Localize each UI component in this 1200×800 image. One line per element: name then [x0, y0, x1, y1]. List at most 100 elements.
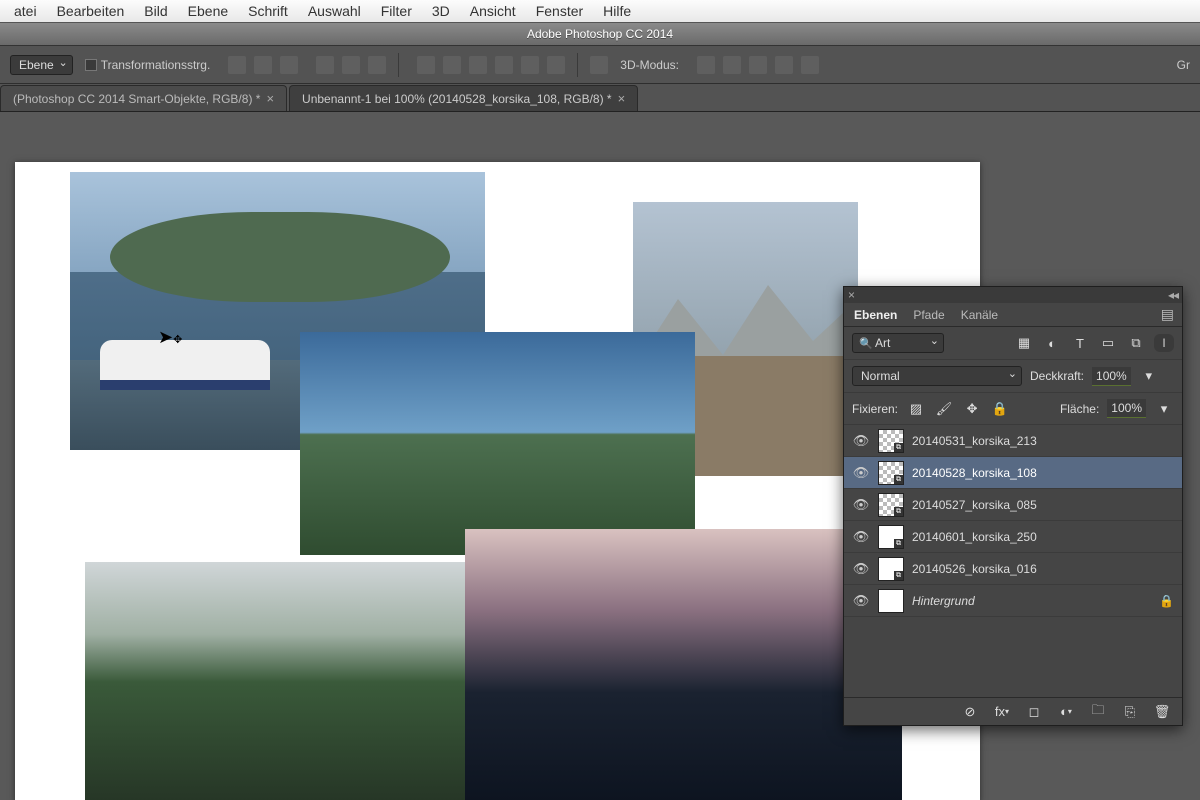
3d-roll-icon[interactable] — [723, 56, 741, 74]
close-icon[interactable]: × — [266, 91, 274, 106]
fill-input[interactable]: 100% — [1107, 399, 1146, 418]
layer-thumbnail[interactable]: ⧉ — [878, 493, 904, 517]
visibility-toggle[interactable]: 👁 — [852, 497, 870, 513]
menu-item[interactable]: Auswahl — [298, 3, 371, 19]
collapse-icon[interactable]: ◂◂ — [1168, 288, 1178, 302]
align-top-icon[interactable] — [228, 56, 246, 74]
align-left-icon[interactable] — [316, 56, 334, 74]
placed-image-dusk[interactable] — [465, 529, 902, 800]
dropdown-icon[interactable]: ▾ — [1139, 367, 1159, 385]
layer-row[interactable]: 👁 ⧉ 20140527_korsika_085 — [844, 489, 1182, 521]
document-tab-active[interactable]: Unbenannt-1 bei 100% (20140528_korsika_1… — [289, 85, 638, 111]
placed-image-coast[interactable] — [300, 332, 695, 555]
document-tab[interactable]: (Photoshop CC 2014 Smart-Objekte, RGB/8)… — [0, 85, 287, 111]
layer-name[interactable]: 20140531_korsika_213 — [912, 434, 1037, 448]
menu-item[interactable]: Fenster — [526, 3, 593, 19]
layer-thumbnail[interactable]: ⧉ — [878, 525, 904, 549]
3d-orbit-icon[interactable] — [697, 56, 715, 74]
filter-smart-icon[interactable]: ⧉ — [1126, 334, 1146, 352]
menu-item[interactable]: Bild — [134, 3, 177, 19]
distribute-left-icon[interactable] — [495, 56, 513, 74]
layer-row[interactable]: 👁 ⧉ 20140526_korsika_016 — [844, 553, 1182, 585]
filter-toggle[interactable]: ⏽ — [1154, 334, 1174, 352]
show-transform-checkbox[interactable]: Transformationsstrg. — [85, 58, 211, 72]
layer-fx-icon[interactable]: fx▾ — [992, 703, 1012, 721]
lock-transparent-icon[interactable]: ▨ — [906, 400, 926, 418]
layer-filter-kind[interactable]: 🔍Art — [852, 333, 944, 353]
visibility-toggle[interactable]: 👁 — [852, 465, 870, 481]
lock-all-icon[interactable]: 🔒 — [990, 400, 1010, 418]
placed-image-valley[interactable] — [85, 562, 465, 800]
close-icon[interactable]: × — [848, 288, 855, 302]
visibility-toggle[interactable]: 👁 — [852, 593, 870, 609]
layer-row[interactable]: 👁 ⧉ 20140601_korsika_250 — [844, 521, 1182, 553]
app-title-bar: Adobe Photoshop CC 2014 — [0, 22, 1200, 46]
align-right-icon[interactable] — [368, 56, 386, 74]
lock-label: Fixieren: — [852, 402, 898, 416]
filter-adjust-icon[interactable]: ◐ — [1042, 334, 1062, 352]
distribute-hcenter-icon[interactable] — [521, 56, 539, 74]
distribute-right-icon[interactable] — [547, 56, 565, 74]
fill-label: Fläche: — [1060, 402, 1099, 416]
layer-name[interactable]: 20140527_korsika_085 — [912, 498, 1037, 512]
menu-item[interactable]: Filter — [371, 3, 422, 19]
layer-thumbnail[interactable]: ⧉ — [878, 461, 904, 485]
move-mode-select[interactable]: Ebene — [10, 55, 73, 75]
add-mask-icon[interactable]: ◻ — [1024, 703, 1044, 721]
tab-label: Unbenannt-1 bei 100% (20140528_korsika_1… — [302, 92, 612, 106]
align-vcenter-icon[interactable] — [254, 56, 272, 74]
3d-slide-icon[interactable] — [775, 56, 793, 74]
menu-item[interactable]: atei — [4, 3, 47, 19]
new-layer-icon[interactable]: ⎘ — [1120, 703, 1140, 721]
delete-layer-icon[interactable]: 🗑 — [1152, 703, 1172, 721]
layer-name[interactable]: 20140528_korsika_108 — [912, 466, 1037, 480]
menu-item[interactable]: Bearbeiten — [47, 3, 135, 19]
layer-name[interactable]: 20140526_korsika_016 — [912, 562, 1037, 576]
align-hcenter-icon[interactable] — [342, 56, 360, 74]
canvas[interactable] — [15, 162, 980, 800]
filter-shape-icon[interactable]: ▭ — [1098, 334, 1118, 352]
panel-header[interactable]: × ◂◂ — [844, 287, 1182, 303]
align-bottom-icon[interactable] — [280, 56, 298, 74]
layer-thumbnail[interactable]: ⧉ — [878, 557, 904, 581]
link-layers-icon[interactable]: ⊘ — [960, 703, 980, 721]
3d-zoom-icon[interactable] — [801, 56, 819, 74]
menu-item[interactable]: Ebene — [178, 3, 238, 19]
layer-name[interactable]: Hintergrund — [912, 594, 975, 608]
menu-item[interactable]: Ansicht — [460, 3, 526, 19]
distribute-top-icon[interactable] — [417, 56, 435, 74]
3d-pan-icon[interactable] — [749, 56, 767, 74]
lock-pixels-icon[interactable]: 🖌 — [934, 400, 954, 418]
adjustment-layer-icon[interactable]: ◐▾ — [1056, 703, 1076, 721]
distribute-vcenter-icon[interactable] — [443, 56, 461, 74]
close-icon[interactable]: × — [618, 91, 626, 106]
panel-menu-icon[interactable]: ▤ — [1161, 306, 1172, 323]
dropdown-icon[interactable]: ▾ — [1154, 400, 1174, 418]
layer-thumbnail[interactable] — [878, 589, 904, 613]
layer-thumbnail[interactable]: ⧉ — [878, 429, 904, 453]
visibility-toggle[interactable]: 👁 — [852, 561, 870, 577]
3d-mode-label: 3D-Modus: — [620, 58, 679, 72]
filter-pixel-icon[interactable]: ▦ — [1014, 334, 1034, 352]
opacity-input[interactable]: 100% — [1092, 367, 1131, 386]
layer-name[interactable]: 20140601_korsika_250 — [912, 530, 1037, 544]
visibility-toggle[interactable]: 👁 — [852, 529, 870, 545]
layer-row[interactable]: 👁 ⧉ 20140528_korsika_108 — [844, 457, 1182, 489]
app-title: Adobe Photoshop CC 2014 — [527, 27, 673, 41]
lock-position-icon[interactable]: ✥ — [962, 400, 982, 418]
menu-item[interactable]: 3D — [422, 3, 460, 19]
tab-channels[interactable]: Kanäle — [961, 308, 998, 322]
menu-item[interactable]: Hilfe — [593, 3, 641, 19]
menu-item[interactable]: Schrift — [238, 3, 298, 19]
tab-paths[interactable]: Pfade — [913, 308, 944, 322]
filter-type-icon[interactable]: T — [1070, 334, 1090, 352]
layer-row[interactable]: 👁Hintergrund🔒 — [844, 585, 1182, 617]
visibility-toggle[interactable]: 👁 — [852, 433, 870, 449]
tab-layers[interactable]: Ebenen — [854, 308, 897, 322]
layer-row[interactable]: 👁 ⧉ 20140531_korsika_213 — [844, 425, 1182, 457]
distribute-bottom-icon[interactable] — [469, 56, 487, 74]
new-group-icon[interactable]: 🗀 — [1088, 703, 1108, 721]
layer-list: 👁 ⧉ 20140531_korsika_213 👁 ⧉ 20140528_korsika… — [844, 425, 1182, 617]
auto-align-icon[interactable] — [590, 56, 608, 74]
blend-mode-select[interactable]: Normal — [852, 366, 1022, 386]
